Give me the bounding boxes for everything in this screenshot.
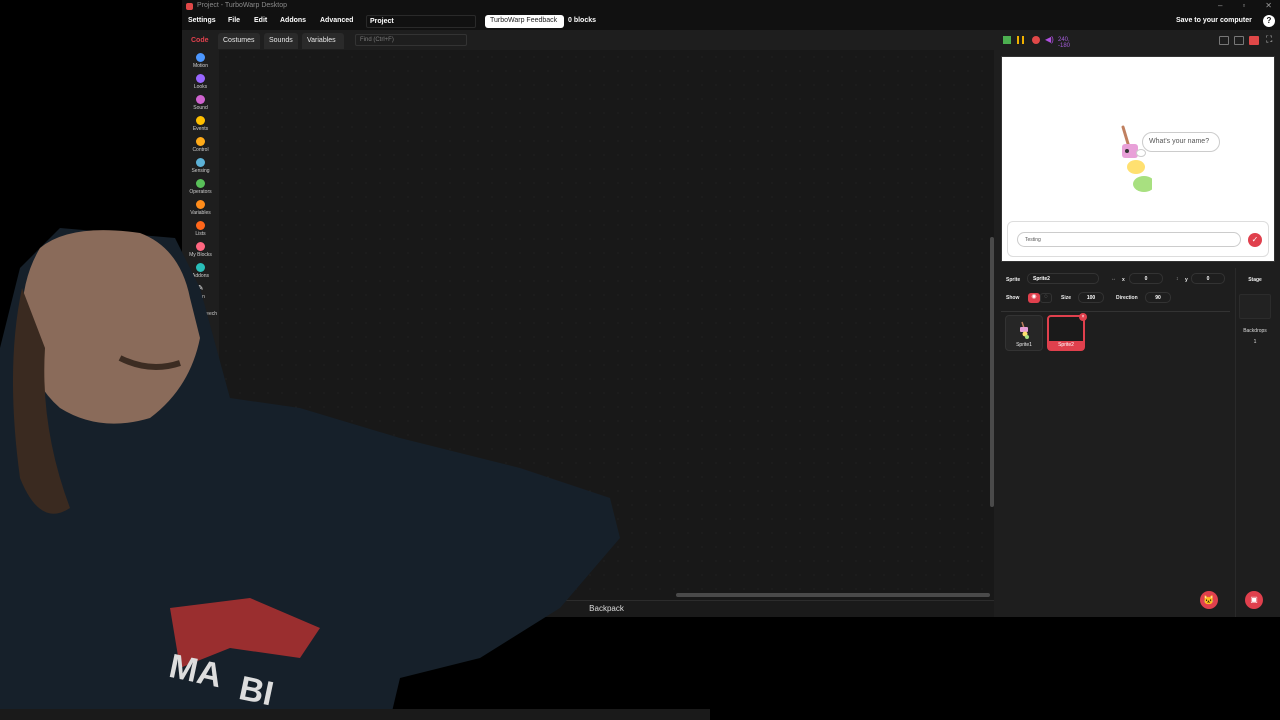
backdrops-count: 1 (1253, 339, 1257, 345)
y-arrows-icon: ↕ (1176, 276, 1179, 282)
window-title: Project - TurboWarp Desktop (197, 2, 287, 9)
sprite-info: Sprite Sprite2 ↔ x 0 ↕ y 0 Show ◉ ◌ Size… (1001, 268, 1230, 312)
maximize-icon[interactable]: ▫ (1242, 1, 1245, 10)
workspace-vertical-scrollbar[interactable] (990, 237, 994, 507)
backdrop-thumbnail (1239, 294, 1271, 319)
x-arrows-icon: ↔ (1111, 276, 1116, 282)
stop-icon[interactable] (1032, 36, 1040, 44)
category-label: Events (192, 126, 209, 132)
sprite1-thumbnail (1020, 321, 1029, 339)
x-label: x (1122, 277, 1125, 283)
menu-addons[interactable]: Addons (280, 17, 306, 24)
minimize-icon[interactable]: – (1218, 1, 1222, 10)
tab-costumes[interactable]: Costumes (218, 33, 260, 49)
backdrops-label: Backdrops (1243, 328, 1267, 334)
menu-bar: Settings File Edit Addons Advanced Proje… (182, 13, 1280, 30)
close-icon[interactable]: ✕ (1265, 1, 1272, 10)
window-controls: – ▫ ✕ (1218, 1, 1272, 10)
category-events[interactable]: Events (182, 116, 219, 132)
sprite-tile[interactable]: Sprite1 (1005, 315, 1043, 351)
green-flag-icon[interactable] (1003, 36, 1011, 44)
x-input[interactable]: 0 (1129, 273, 1163, 284)
sprite-label: Sprite (1006, 277, 1021, 283)
category-operators[interactable]: Operators (182, 179, 219, 195)
tab-variables[interactable]: Variables (302, 33, 344, 49)
show-visible-eye-icon[interactable]: ◉ (1028, 293, 1040, 303)
show-label: Show (1006, 295, 1020, 301)
menu-file[interactable]: File (228, 17, 240, 24)
direction-label: Direction (1116, 295, 1138, 301)
y-label: y (1185, 277, 1188, 283)
looks-dot-icon (196, 74, 205, 83)
stage-canvas[interactable]: What's your name? Testing ✓ (1001, 56, 1275, 262)
category-label: Operators (189, 189, 212, 195)
app-icon (186, 3, 193, 10)
project-title-input[interactable]: Project (366, 15, 476, 28)
variables-dot-icon (196, 200, 205, 209)
normal-stage-icon[interactable] (1234, 36, 1244, 45)
save-to-computer-button[interactable]: Save to your computer (1176, 17, 1252, 24)
control-dot-icon (196, 137, 205, 146)
stage-selector[interactable]: Stage Backdrops 1 ▣ (1235, 268, 1273, 617)
blocks-count: 0 blocks (568, 17, 597, 24)
category-label: Sound (193, 105, 208, 111)
find-input[interactable]: Find (Ctrl+F) (355, 34, 467, 46)
stage-layout-controls (1219, 36, 1259, 45)
events-dot-icon (196, 116, 205, 125)
category-label: Control (192, 147, 209, 153)
answer-input[interactable]: Testing (1017, 232, 1241, 247)
category-variables[interactable]: Variables (182, 200, 219, 216)
size-input[interactable]: 100 (1078, 292, 1104, 303)
category-sensing[interactable]: Sensing (182, 158, 219, 174)
size-label: Size (1061, 295, 1072, 301)
sound-dot-icon (196, 95, 205, 104)
feedback-button[interactable]: TurboWarp Feedback (485, 15, 564, 28)
menu-settings[interactable]: Settings (188, 17, 216, 24)
sprite-pane: Sprite Sprite2 ↔ x 0 ↕ y 0 Show ◉ ◌ Size… (1001, 268, 1230, 617)
y-input[interactable]: 0 (1191, 273, 1225, 284)
menu-edit[interactable]: Edit (254, 17, 267, 24)
delete-sprite-icon[interactable]: × (1079, 313, 1087, 321)
category-motion[interactable]: Motion (182, 53, 219, 69)
category-sound[interactable]: Sound (182, 95, 219, 111)
speech-bubble-tail (1136, 149, 1146, 157)
submit-check-icon[interactable]: ✓ (1248, 233, 1262, 247)
workspace-horizontal-scrollbar[interactable] (676, 593, 990, 597)
ask-prompt: Testing ✓ (1007, 221, 1269, 257)
speech-bubble: What's your name? (1142, 132, 1220, 152)
webcam-overlay: MA BI (0, 228, 620, 720)
tab-sounds[interactable]: Sounds (264, 33, 298, 49)
menu-advanced[interactable]: Advanced (320, 17, 353, 24)
title-bar: Project - TurboWarp Desktop – ▫ ✕ (182, 0, 1280, 13)
direction-input[interactable]: 90 (1145, 292, 1171, 303)
pause-icon[interactable] (1017, 36, 1024, 44)
category-looks[interactable]: Looks (182, 74, 219, 90)
operators-dot-icon (196, 179, 205, 188)
motion-dot-icon (196, 53, 205, 62)
large-stage-icon[interactable] (1249, 36, 1259, 45)
sprite-tile-name: Sprite2 (1049, 341, 1083, 349)
category-label: Variables (190, 210, 211, 216)
add-sprite-button[interactable]: 🐱 (1200, 591, 1218, 609)
show-hidden-eye-icon[interactable]: ◌ (1040, 293, 1052, 303)
small-stage-icon[interactable] (1219, 36, 1229, 45)
category-label: Looks (193, 84, 208, 90)
category-control[interactable]: Control (182, 137, 219, 153)
category-label: Motion (192, 63, 208, 69)
taskbar-strip (0, 709, 710, 720)
category-label: Sensing (191, 168, 210, 174)
help-button[interactable]: ? (1263, 15, 1275, 27)
add-backdrop-button[interactable]: ▣ (1245, 591, 1263, 609)
speaker-icon[interactable]: ◀) (1045, 35, 1054, 44)
screen: Project - TurboWarp Desktop – ▫ ✕ Settin… (0, 0, 1280, 720)
sensing-dot-icon (196, 158, 205, 167)
sprite-tile-name: Sprite1 (1016, 342, 1032, 348)
sprite-tile-selected[interactable]: × Sprite2 (1047, 313, 1087, 351)
stage-title: Stage (1248, 277, 1262, 283)
sprite-name-input[interactable]: Sprite2 (1027, 273, 1099, 284)
fullscreen-icon[interactable]: ⛶ (1266, 34, 1272, 45)
mouse-coordinates: 240, -180 (1058, 37, 1071, 49)
tab-code[interactable]: Code (186, 33, 216, 49)
